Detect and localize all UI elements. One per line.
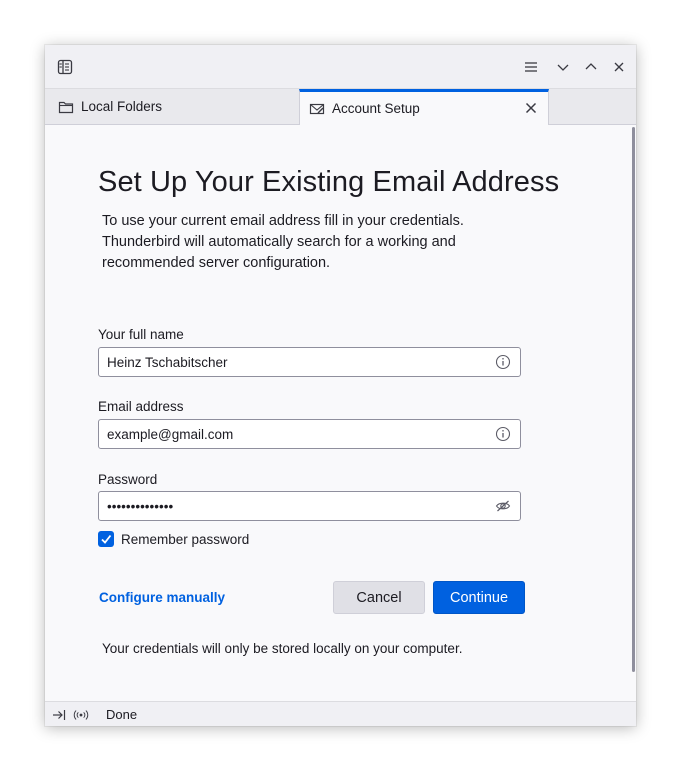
remember-password-label: Remember password: [121, 531, 250, 547]
app-menu-icon[interactable]: [55, 57, 75, 77]
toggle-pane-icon[interactable]: [51, 707, 67, 723]
cancel-button[interactable]: Cancel: [333, 581, 425, 614]
full-name-label: Your full name: [98, 327, 184, 342]
tab-account-setup[interactable]: Account Setup: [299, 89, 549, 125]
full-name-field[interactable]: [98, 347, 521, 377]
close-window-icon[interactable]: [609, 57, 629, 77]
email-label: Email address: [98, 399, 184, 414]
folder-icon: [58, 99, 74, 115]
remember-password-checkbox[interactable]: [98, 531, 114, 547]
remember-password-row[interactable]: Remember password: [98, 531, 249, 547]
info-icon[interactable]: [495, 354, 511, 370]
intro-line: Thunderbird will automatically search fo…: [102, 234, 456, 250]
tab-local-folders[interactable]: Local Folders: [45, 89, 299, 124]
intro-line: recommended server configuration.: [102, 255, 331, 271]
continue-button[interactable]: Continue: [433, 581, 525, 614]
maximize-icon[interactable]: [581, 57, 601, 77]
password-label: Password: [98, 472, 158, 487]
intro-text: To use your current email address fill i…: [102, 211, 522, 274]
account-setup-icon: [309, 101, 325, 117]
show-password-eye-icon[interactable]: [495, 498, 511, 514]
online-status-icon[interactable]: [73, 707, 89, 723]
email-input[interactable]: [107, 420, 487, 448]
page-title: Set Up Your Existing Email Address: [98, 166, 560, 198]
credentials-note: Your credentials will only be stored loc…: [102, 641, 463, 656]
password-input[interactable]: [107, 492, 487, 520]
hamburger-menu-icon[interactable]: [521, 57, 541, 77]
full-name-input[interactable]: [107, 348, 487, 376]
email-field[interactable]: [98, 419, 521, 449]
status-text: Done: [106, 707, 138, 722]
tab-bar: Local Folders Account Setup: [45, 89, 636, 125]
title-bar: [45, 45, 636, 89]
intro-line: To use your current email address fill i…: [102, 213, 464, 229]
minimize-icon[interactable]: [553, 57, 573, 77]
status-bar: Done: [45, 701, 636, 726]
tab-label: Local Folders: [81, 99, 163, 114]
password-field[interactable]: [98, 491, 521, 521]
info-icon[interactable]: [495, 426, 511, 442]
scrollbar[interactable]: [632, 127, 635, 672]
close-tab-icon[interactable]: [522, 99, 540, 117]
app-window: Local Folders Account Setup Set Up Your …: [45, 45, 636, 726]
tab-label: Account Setup: [332, 101, 420, 116]
configure-manually-link[interactable]: Configure manually: [99, 590, 225, 605]
